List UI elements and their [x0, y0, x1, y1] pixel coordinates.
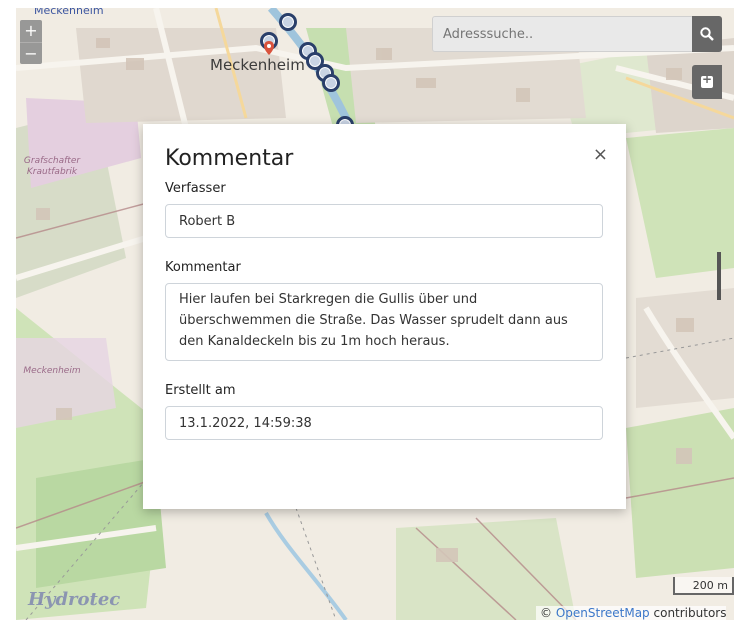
- created-label: Erstellt am: [165, 383, 236, 398]
- comment-marker[interactable]: [322, 74, 340, 92]
- plus-square-icon: [701, 72, 713, 88]
- created-field[interactable]: 13.1.2022, 14:59:38: [165, 406, 603, 440]
- map-label-top: Meckenheim: [34, 8, 104, 17]
- zoom-out-button[interactable]: −: [20, 42, 42, 64]
- map-label-town: Meckenheim: [210, 56, 305, 74]
- close-icon[interactable]: ×: [593, 146, 608, 164]
- address-search: [432, 16, 694, 52]
- zoom-in-button[interactable]: +: [20, 20, 42, 42]
- hydrotec-logo: Hydrotec: [28, 589, 121, 610]
- openstreetmap-link[interactable]: OpenStreetMap: [556, 606, 650, 620]
- side-panel-handle[interactable]: [717, 252, 721, 300]
- map-label-area-1: Grafschafter Krautfabrik: [23, 156, 81, 177]
- attribution-prefix: ©: [540, 606, 552, 620]
- address-search-input[interactable]: [433, 17, 693, 51]
- map-attribution: © OpenStreetMap contributors: [536, 606, 727, 620]
- comment-dialog: Kommentar × Verfasser Robert B Kommentar…: [143, 124, 626, 509]
- author-field[interactable]: Robert B: [165, 204, 603, 238]
- search-button[interactable]: [692, 16, 722, 52]
- search-icon: [700, 27, 714, 41]
- comment-label: Kommentar: [165, 260, 241, 275]
- map-label-area-2: Meckenheim: [23, 366, 81, 376]
- attribution-suffix: contributors: [653, 606, 727, 620]
- scale-bar: 200 m: [673, 577, 734, 595]
- dialog-title: Kommentar: [165, 146, 294, 171]
- zoom-control: + −: [20, 20, 42, 64]
- comment-field[interactable]: Hier laufen bei Starkregen die Gullis üb…: [165, 283, 603, 361]
- layer-add-button[interactable]: [692, 65, 722, 99]
- comment-marker[interactable]: [279, 13, 297, 31]
- location-pin-icon[interactable]: [264, 41, 274, 55]
- author-label: Verfasser: [165, 181, 226, 196]
